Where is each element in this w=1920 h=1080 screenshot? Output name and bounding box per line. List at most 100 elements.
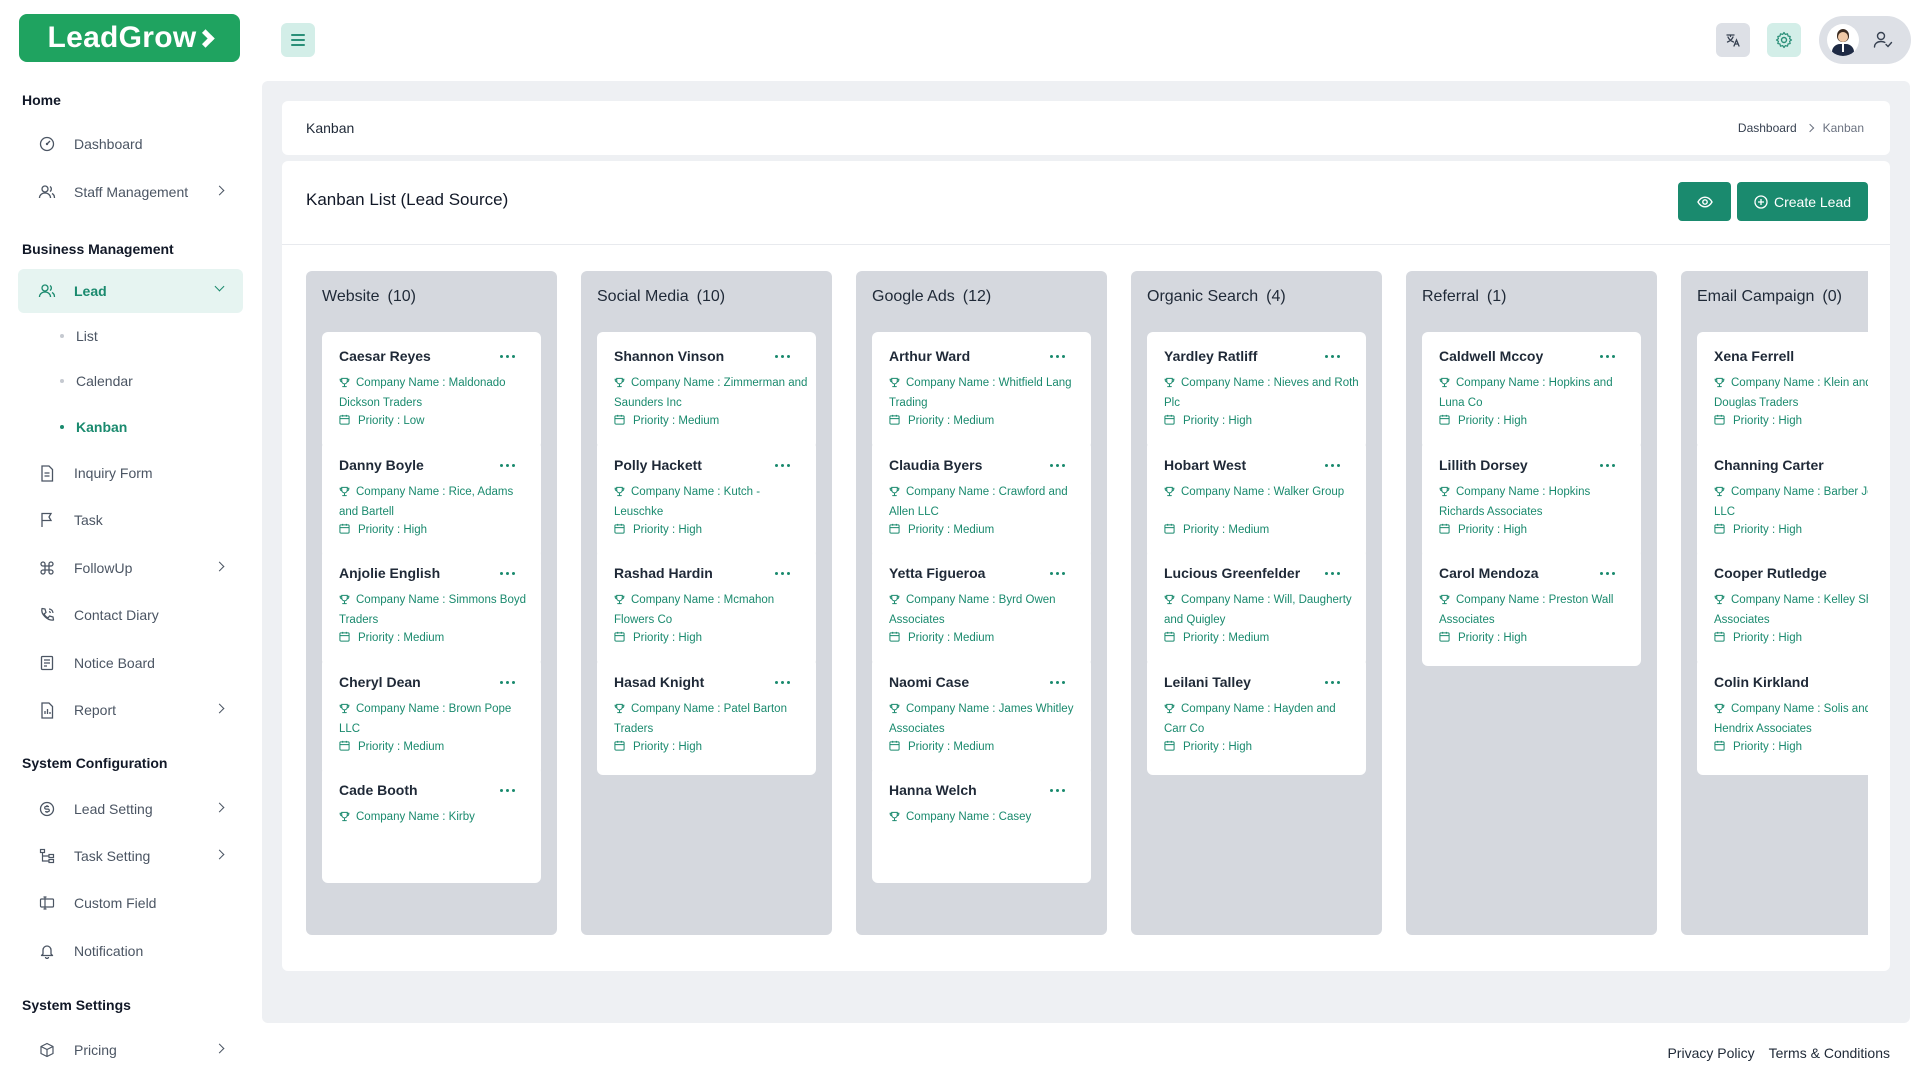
flag-icon bbox=[38, 511, 56, 529]
sidebar-subitem-kanban[interactable]: Kanban bbox=[60, 419, 127, 435]
lead-card[interactable]: Channing Carter Company Name : Barber Jef… bbox=[1697, 440, 1868, 558]
lead-card[interactable]: Hanna Welch Company Name : Casey bbox=[872, 766, 1091, 884]
lead-card[interactable]: Naomi Case Company Name : James Whitley A… bbox=[872, 657, 1091, 775]
more-options-icon[interactable] bbox=[500, 680, 515, 684]
sidebar-item-inquiry-form[interactable]: Inquiry Form bbox=[18, 451, 243, 495]
sidebar-item-pricing[interactable]: Pricing bbox=[18, 1028, 243, 1072]
more-options-icon[interactable] bbox=[1050, 680, 1065, 684]
calendar-icon bbox=[889, 740, 900, 754]
column-title: Referral bbox=[1422, 288, 1479, 305]
sidebar-item-report[interactable]: Report bbox=[18, 688, 243, 732]
sidebar-item-notification[interactable]: Notification bbox=[18, 929, 243, 973]
sidebar-subitem-calendar[interactable]: Calendar bbox=[60, 373, 133, 389]
lead-card[interactable]: Yardley Ratliff Company Name : Nieves and… bbox=[1147, 332, 1366, 449]
more-options-icon[interactable] bbox=[1050, 789, 1065, 793]
lead-card[interactable]: Carol Mendoza Company Name : Preston Wall… bbox=[1422, 549, 1641, 667]
sidebar-subitem-list[interactable]: List bbox=[60, 328, 98, 344]
company-text: Company Name : James Whitley Associates bbox=[889, 702, 1074, 735]
lead-card[interactable]: Rashad Hardin Company Name : Mcmahon Flow… bbox=[597, 549, 816, 667]
sidebar-item-contact-diary[interactable]: Contact Diary bbox=[18, 593, 243, 637]
report-icon bbox=[38, 701, 56, 719]
more-options-icon[interactable] bbox=[1325, 572, 1340, 576]
lead-card[interactable]: Cade Booth Company Name : Kirby bbox=[322, 766, 541, 884]
lead-card[interactable]: Shannon Vinson Company Name : Zimmerman a… bbox=[597, 332, 816, 449]
company-text: Company Name : Hayden and Carr Co bbox=[1164, 702, 1336, 735]
sidebar-item-lead-setting[interactable]: Lead Setting bbox=[18, 787, 243, 831]
brand-logo[interactable]: LeadGrow bbox=[19, 14, 240, 62]
lead-name: Hobart West bbox=[1164, 456, 1247, 473]
lead-card[interactable]: Hasad Knight Company Name : Patel Barton … bbox=[597, 657, 816, 775]
lead-card[interactable]: Xena Ferrell Company Name : Klein and Dou… bbox=[1697, 332, 1868, 449]
lead-card[interactable]: Polly Hackett Company Name : Kutch - Leus… bbox=[597, 440, 816, 558]
more-options-icon[interactable] bbox=[1600, 572, 1615, 576]
lead-name: Cooper Rutledge bbox=[1714, 565, 1827, 582]
sidebar-item-lead[interactable]: Lead bbox=[18, 269, 243, 313]
more-options-icon[interactable] bbox=[1050, 572, 1065, 576]
user-check-icon bbox=[1873, 31, 1893, 48]
breadcrumb: Dashboard Kanban bbox=[1738, 121, 1864, 135]
sidebar-item-staff-management[interactable]: Staff Management bbox=[18, 170, 243, 214]
kanban-column: Organic Search (4) Yardley Ratliff Company … bbox=[1131, 271, 1382, 935]
users-icon bbox=[38, 282, 56, 300]
more-options-icon[interactable] bbox=[1325, 463, 1340, 467]
sidebar-item-label: Notice Board bbox=[74, 655, 155, 671]
lead-card[interactable]: Caesar Reyes Company Name : Maldonado Dic… bbox=[322, 332, 541, 449]
lead-card[interactable]: Leilani Talley Company Name : Hayden and … bbox=[1147, 657, 1366, 775]
more-options-icon[interactable] bbox=[1325, 355, 1340, 358]
more-options-icon[interactable] bbox=[500, 355, 515, 358]
more-options-icon[interactable] bbox=[775, 463, 790, 467]
sidebar-item-dashboard[interactable]: Dashboard bbox=[18, 122, 243, 166]
more-options-icon[interactable] bbox=[775, 355, 790, 358]
company-text: Company Name : Patel Barton Traders bbox=[614, 702, 787, 735]
lead-priority: Priority : Medium bbox=[889, 631, 994, 645]
kanban-title: Kanban List (Lead Source) bbox=[306, 190, 509, 209]
lead-priority: Priority : Medium bbox=[339, 631, 444, 645]
more-options-icon[interactable] bbox=[1600, 463, 1615, 467]
lead-card[interactable]: Lucious Greenfelder Company Name : Will, … bbox=[1147, 549, 1366, 667]
lead-card[interactable]: Lillith Dorsey Company Name : Hopkins Ric… bbox=[1422, 440, 1641, 558]
sidebar-item-custom-field[interactable]: Custom Field bbox=[18, 881, 243, 925]
lead-card[interactable]: Cooper Rutledge Company Name : Kelley Shi… bbox=[1697, 549, 1868, 667]
lead-card[interactable]: Anjolie English Company Name : Simmons Bo… bbox=[322, 549, 541, 667]
more-options-icon[interactable] bbox=[500, 463, 515, 467]
more-options-icon[interactable] bbox=[1325, 680, 1340, 684]
lead-card[interactable]: Claudia Byers Company Name : Crawford and… bbox=[872, 440, 1091, 558]
lead-card[interactable]: Yetta Figueroa Company Name : Byrd Owen A… bbox=[872, 549, 1091, 667]
lead-card[interactable]: Danny Boyle Company Name : Rice, Adams an… bbox=[322, 440, 541, 558]
sidebar-item-notice-board[interactable]: Notice Board bbox=[18, 641, 243, 685]
sidebar-item-task[interactable]: Task bbox=[18, 498, 243, 542]
profile-menu[interactable] bbox=[1819, 16, 1911, 64]
chevron-right-icon bbox=[214, 1043, 225, 1054]
breadcrumb-link-dashboard[interactable]: Dashboard bbox=[1738, 121, 1797, 135]
trophy-icon bbox=[1439, 593, 1450, 611]
create-lead-button[interactable]: Create Lead bbox=[1737, 182, 1868, 221]
more-options-icon[interactable] bbox=[500, 572, 515, 576]
lead-name: Rashad Hardin bbox=[614, 565, 713, 582]
column-header: Organic Search (4) bbox=[1147, 288, 1286, 306]
terms-link[interactable]: Terms & Conditions bbox=[1769, 1045, 1890, 1061]
lead-company: Company Name : Kelley Shields Associates bbox=[1714, 591, 1868, 629]
company-text: Company Name : Mcmahon Flowers Co bbox=[614, 594, 775, 627]
sidebar-item-task-setting[interactable]: Task Setting bbox=[18, 834, 243, 878]
lead-card[interactable]: Caldwell Mccoy Company Name : Hopkins and… bbox=[1422, 332, 1641, 449]
lead-card[interactable]: Hobart West Company Name : Walker Group Pr… bbox=[1147, 440, 1366, 558]
sidebar-item-followup[interactable]: FollowUp bbox=[18, 546, 243, 590]
sidebar-item-label: Report bbox=[74, 702, 117, 718]
company-text: Company Name : Preston Wall Associates bbox=[1439, 594, 1614, 627]
view-toggle-button[interactable] bbox=[1678, 182, 1731, 221]
more-options-icon[interactable] bbox=[775, 572, 790, 576]
more-options-icon[interactable] bbox=[500, 789, 515, 793]
more-options-icon[interactable] bbox=[1600, 355, 1615, 358]
lead-card[interactable]: Arthur Ward Company Name : Whitfield Lang… bbox=[872, 332, 1091, 449]
more-options-icon[interactable] bbox=[1050, 355, 1065, 358]
settings-button[interactable] bbox=[1767, 23, 1801, 57]
more-options-icon[interactable] bbox=[775, 680, 790, 684]
lead-card[interactable]: Cheryl Dean Company Name : Brown Pope LLC… bbox=[322, 657, 541, 775]
lead-card[interactable]: Colin Kirkland Company Name : Solis and H… bbox=[1697, 657, 1868, 775]
privacy-policy-link[interactable]: Privacy Policy bbox=[1667, 1045, 1754, 1061]
calendar-icon bbox=[339, 631, 350, 645]
menu-toggle-button[interactable] bbox=[281, 23, 315, 57]
language-button[interactable] bbox=[1716, 23, 1750, 57]
lead-priority: Priority : Medium bbox=[614, 414, 719, 428]
more-options-icon[interactable] bbox=[1050, 463, 1065, 467]
